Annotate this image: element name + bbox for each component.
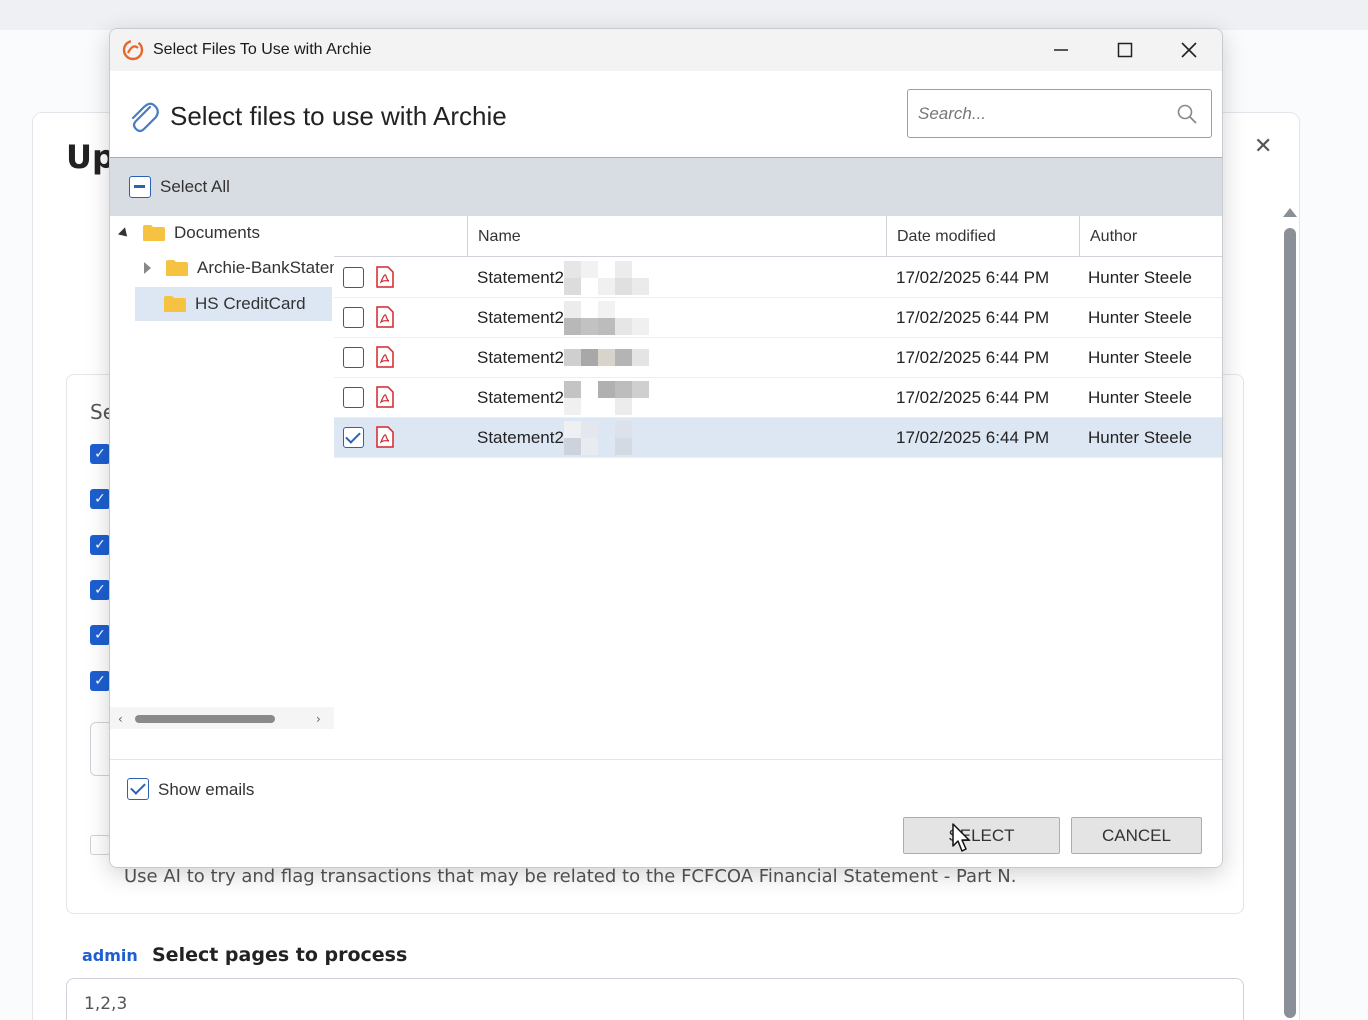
redacted-region <box>564 299 649 337</box>
row-checkbox-checked[interactable] <box>343 427 364 448</box>
table-row[interactable]: Statement2 17/02/2025 6:44 PM Hunter Ste… <box>334 378 1222 418</box>
table-row[interactable]: Statement2 17/02/2025 6:44 PM Hunter Ste… <box>334 298 1222 338</box>
column-header-name[interactable]: Name <box>467 216 886 257</box>
select-all-bar: Select All <box>110 157 1222 216</box>
maximize-icon <box>1117 42 1133 58</box>
pdf-file-icon <box>376 266 394 288</box>
cancel-button[interactable]: CANCEL <box>1071 817 1202 854</box>
file-author: Hunter Steele <box>1088 388 1192 407</box>
select-all-label[interactable]: Select All <box>160 177 230 197</box>
scroll-right-icon[interactable]: › <box>316 712 321 726</box>
table-row[interactable]: Statement2 17/02/2025 6:44 PM Hunter Ste… <box>334 338 1222 378</box>
close-icon <box>1181 42 1197 58</box>
folder-tree: Documents Archie-BankStatements HS Credi… <box>110 216 334 733</box>
window-titlebar: Select Files To Use with Archie <box>110 29 1222 71</box>
search-input[interactable] <box>918 100 1168 128</box>
scroll-up-arrow-icon[interactable] <box>1283 208 1297 217</box>
file-date: 17/02/2025 6:44 PM <box>896 388 1050 407</box>
ai-flag-checkbox[interactable] <box>90 835 110 855</box>
pdf-file-icon <box>376 346 394 368</box>
file-date: 17/02/2025 6:44 PM <box>896 428 1050 447</box>
file-table: Name Date modified Author Statement2 17/… <box>334 216 1222 759</box>
collapsed-arrow-icon[interactable] <box>144 262 151 274</box>
dialog-header: Select files to use with Archie <box>110 71 1222 157</box>
background-input[interactable] <box>90 722 110 776</box>
expanded-arrow-icon[interactable] <box>117 227 131 241</box>
mouse-cursor-icon <box>952 823 970 852</box>
file-name: Statement2 <box>477 428 564 447</box>
file-name: Statement2 <box>477 268 564 287</box>
file-author: Hunter Steele <box>1088 268 1192 287</box>
select-button[interactable]: SELECT <box>903 817 1060 854</box>
option-checkbox[interactable]: ✓ <box>90 535 110 555</box>
page-scrollbar-thumb[interactable] <box>1284 228 1296 1018</box>
folder-icon <box>164 296 186 312</box>
file-date: 17/02/2025 6:44 PM <box>896 308 1050 327</box>
table-header: Name Date modified Author <box>334 216 1222 257</box>
option-checkbox[interactable]: ✓ <box>90 444 110 464</box>
file-name: Statement2 <box>477 388 564 407</box>
option-checkbox[interactable]: ✓ <box>90 580 110 600</box>
file-picker-dialog: Select Files To Use with Archie Select f… <box>109 28 1223 868</box>
file-date: 17/02/2025 6:44 PM <box>896 348 1050 367</box>
tree-horizontal-scrollbar[interactable]: ‹ › <box>110 707 334 729</box>
row-checkbox[interactable] <box>343 347 364 368</box>
row-checkbox[interactable] <box>343 307 364 328</box>
window-title: Select Files To Use with Archie <box>153 41 372 58</box>
row-checkbox[interactable] <box>343 267 364 288</box>
app-top-bar <box>0 0 1368 30</box>
tree-item-label: Archie-BankStatements <box>197 258 334 277</box>
admin-badge: admin <box>82 946 138 965</box>
panel-heading: Up <box>66 138 115 176</box>
select-all-checkbox[interactable] <box>129 176 151 198</box>
tree-item-archie-bankstatements[interactable]: Archie-BankStatements <box>144 251 334 285</box>
paperclip-icon <box>131 102 159 133</box>
ai-flag-description: Use AI to try and flag transactions that… <box>124 866 1017 887</box>
folder-icon <box>143 225 165 241</box>
file-author: Hunter Steele <box>1088 308 1192 327</box>
file-date: 17/02/2025 6:44 PM <box>896 268 1050 287</box>
tree-item-documents[interactable]: Documents <box>117 216 260 250</box>
redacted-region <box>564 379 649 417</box>
column-header-author[interactable]: Author <box>1079 216 1222 257</box>
column-header-date[interactable]: Date modified <box>886 216 1079 257</box>
pdf-file-icon <box>376 426 394 448</box>
pages-input[interactable] <box>66 978 1244 1020</box>
maximize-button[interactable] <box>1102 35 1148 65</box>
search-icon[interactable] <box>1176 103 1198 125</box>
table-row-selected[interactable]: Statement2 17/02/2025 6:44 PM Hunter Ste… <box>334 418 1222 458</box>
show-emails-label[interactable]: Show emails <box>158 780 254 800</box>
search-box[interactable] <box>907 89 1212 138</box>
file-author: Hunter Steele <box>1088 428 1192 447</box>
option-checkbox[interactable]: ✓ <box>90 625 110 645</box>
file-name: Statement2 <box>477 308 564 327</box>
row-checkbox[interactable] <box>343 387 364 408</box>
show-emails-checkbox[interactable] <box>127 778 149 800</box>
redacted-region <box>564 339 649 377</box>
close-button[interactable] <box>1166 35 1212 65</box>
archie-logo-icon <box>122 39 144 61</box>
option-checkbox[interactable]: ✓ <box>90 489 110 509</box>
tree-item-label: HS CreditCard <box>195 294 306 313</box>
minimize-button[interactable] <box>1038 35 1084 65</box>
pdf-file-icon <box>376 306 394 328</box>
option-checkbox[interactable]: ✓ <box>90 671 110 691</box>
table-row[interactable]: Statement2 17/02/2025 6:44 PM Hunter Ste… <box>334 258 1222 298</box>
tree-item-label: Documents <box>174 223 260 242</box>
tree-item-hs-creditcard[interactable]: HS CreditCard <box>135 287 332 321</box>
dialog-heading: Select files to use with Archie <box>170 101 507 131</box>
redacted-region <box>564 259 649 297</box>
folder-icon <box>166 260 188 276</box>
pages-input-value: 1,2,3 <box>84 994 128 1014</box>
pages-label: Select pages to process <box>152 944 408 966</box>
minimize-icon <box>1054 49 1068 51</box>
file-name: Statement2 <box>477 348 564 367</box>
redacted-region <box>564 419 648 457</box>
panel-close-icon[interactable]: ✕ <box>1254 134 1272 159</box>
tree-scrollbar-thumb[interactable] <box>135 715 275 723</box>
file-author: Hunter Steele <box>1088 348 1192 367</box>
pdf-file-icon <box>376 386 394 408</box>
scroll-left-icon[interactable]: ‹ <box>118 712 123 726</box>
dialog-footer: Show emails SELECT CANCEL <box>110 759 1222 867</box>
